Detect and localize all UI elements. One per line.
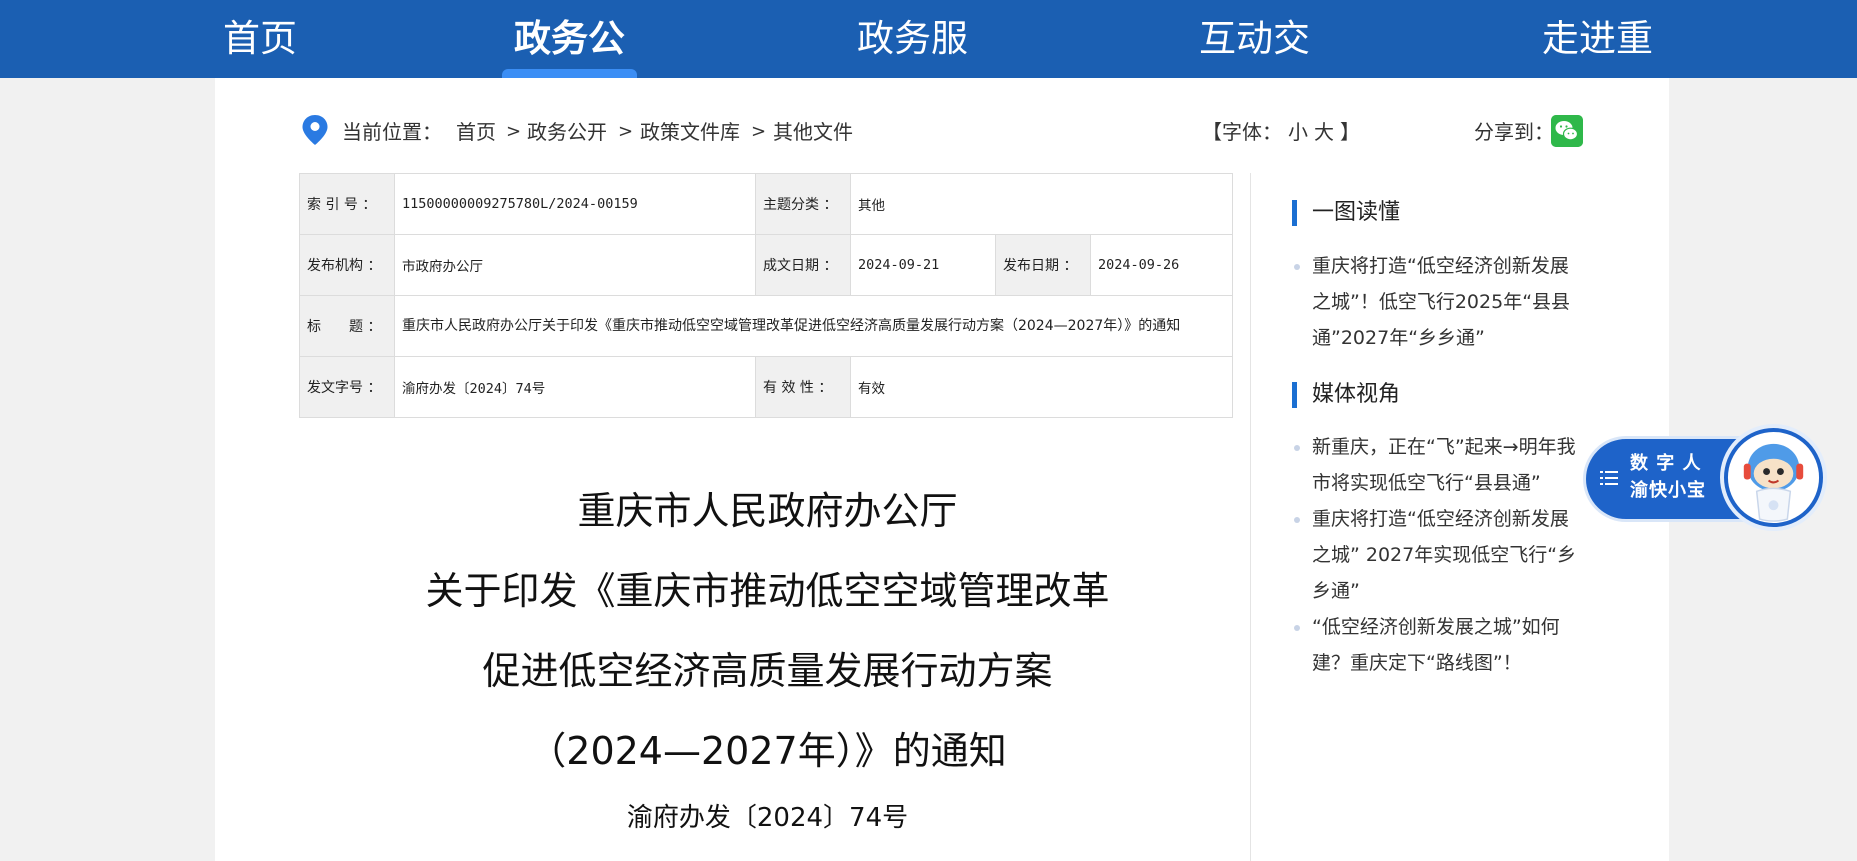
index-number-value: 11500000009275780L/2024-00159 bbox=[394, 173, 756, 235]
top-nav: 首页 政务公开 政务服务 互动交流 走进重庆 bbox=[0, 0, 1857, 138]
breadcrumb-government-affairs-open[interactable]: 政务公开 bbox=[527, 118, 607, 146]
article-title-line-4: （2024—2027年）》的通知 bbox=[528, 729, 1007, 773]
article-title-line-1: 重庆市人民政府办公厅 bbox=[577, 489, 958, 533]
topic-label: 主题分类 ： bbox=[755, 173, 851, 235]
article-title-line-2: 关于印发《重庆市推动低空空域管理改革 bbox=[425, 569, 1110, 613]
nav-item-interaction[interactable]: 互动交流 bbox=[1182, 0, 1327, 138]
wechat-share-icon[interactable] bbox=[1551, 115, 1583, 147]
title-value: 重庆市人民政府办公厅关于印发《重庆市推动低空空域管理改革促进低空经济高质量发展行… bbox=[394, 295, 1233, 357]
digital-human-line-1: 数 字 人 bbox=[1630, 453, 1702, 474]
document-number-value: 渝府办发〔2024〕74号 bbox=[394, 356, 756, 418]
table-row: 标 题 ： 重庆市人民政府办公厅关于印发《重庆市推动低空空域管理改革促进低空经济… bbox=[299, 295, 1233, 357]
document-number-label: 发文字号 ： bbox=[299, 356, 395, 418]
table-row: 索 引 号 ： 11500000009275780L/2024-00159 主题… bbox=[299, 173, 1233, 235]
font-size-label: 【字体： bbox=[1202, 120, 1282, 144]
sidebar-link[interactable]: 新重庆，正在“飞”起来→明年我市将实现低空飞行“县县通” bbox=[1294, 429, 1587, 501]
digital-human-line-2: 渝快小宝 bbox=[1630, 480, 1706, 501]
publisher-label: 发布机构 ： bbox=[299, 234, 395, 296]
published-date-label: 发布日期 ： bbox=[995, 234, 1091, 296]
article-document-number: 渝府办发〔2024〕74号 bbox=[626, 803, 909, 833]
breadcrumb-prefix: 当前位置： bbox=[342, 120, 442, 144]
publisher-value: 市政府办公厅 bbox=[394, 234, 756, 296]
font-size-small-button[interactable]: 小 bbox=[1288, 120, 1308, 144]
sidebar-link[interactable]: 重庆将打造“低空经济创新发展之城”！低空飞行2025年“县县通”2027年“乡乡… bbox=[1294, 248, 1587, 356]
robot-avatar-icon[interactable] bbox=[1720, 424, 1827, 531]
breadcrumb-home[interactable]: 首页 bbox=[456, 118, 496, 146]
written-date-value: 2024-09-21 bbox=[850, 234, 996, 296]
article-title-line-3: 促进低空经济高质量发展行动方案 bbox=[482, 649, 1053, 693]
font-size-control: 【字体：小大】 bbox=[1199, 118, 1363, 146]
sidebar-heading-media: 媒体视角 bbox=[1292, 382, 1400, 408]
sidebar-link[interactable]: 重庆将打造“低空经济创新发展之城” 2027年实现低空飞行“乡乡通” bbox=[1294, 501, 1587, 609]
nav-item-government-services[interactable]: 政务服务 bbox=[840, 0, 985, 138]
topic-value: 其他 bbox=[850, 173, 1233, 235]
font-size-bracket: 】 bbox=[1340, 120, 1360, 144]
index-number-label: 索 引 号 ： bbox=[299, 173, 395, 235]
nav-item-about-chongqing[interactable]: 走进重庆 bbox=[1525, 0, 1670, 138]
table-row: 发文字号 ： 渝府办发〔2024〕74号 有 效 性 ： 有效 bbox=[299, 356, 1233, 418]
validity-value: 有效 bbox=[850, 356, 1233, 418]
written-date-label: 成文日期 ： bbox=[755, 234, 851, 296]
breadcrumb-other-files[interactable]: 其他文件 bbox=[773, 118, 853, 146]
sidebar-heading-infographic: 一图读懂 bbox=[1292, 200, 1400, 226]
sidebar-link[interactable]: “低空经济创新发展之城”如何建？重庆定下“路线图”！ bbox=[1294, 609, 1587, 681]
breadcrumb-policy-library[interactable]: 政策文件库 bbox=[640, 118, 740, 146]
breadcrumb-separator: > bbox=[751, 121, 767, 142]
column-divider bbox=[1250, 173, 1251, 861]
nav-item-home[interactable]: 首页 bbox=[200, 0, 320, 78]
breadcrumb-separator: > bbox=[618, 121, 634, 142]
breadcrumb-separator: > bbox=[506, 121, 522, 142]
location-pin-icon bbox=[302, 115, 328, 145]
share-label: 分享到： bbox=[1474, 120, 1554, 144]
menu-list-icon bbox=[1600, 471, 1618, 485]
digital-human-text[interactable]: 数 字 人 渝快小宝 bbox=[1630, 450, 1718, 504]
nav-item-government-affairs-open[interactable]: 政务公开 bbox=[502, 0, 637, 138]
font-size-large-button[interactable]: 大 bbox=[1314, 120, 1334, 144]
document-info-table: 索 引 号 ： 11500000009275780L/2024-00159 主题… bbox=[299, 173, 1233, 418]
published-date-value: 2024-09-26 bbox=[1090, 234, 1233, 296]
title-label: 标 题 ： bbox=[299, 295, 395, 357]
validity-label: 有 效 性 ： bbox=[755, 356, 851, 418]
table-row: 发布机构 ： 市政府办公厅 成文日期 ： 2024-09-21 发布日期 ： 2… bbox=[299, 234, 1233, 296]
